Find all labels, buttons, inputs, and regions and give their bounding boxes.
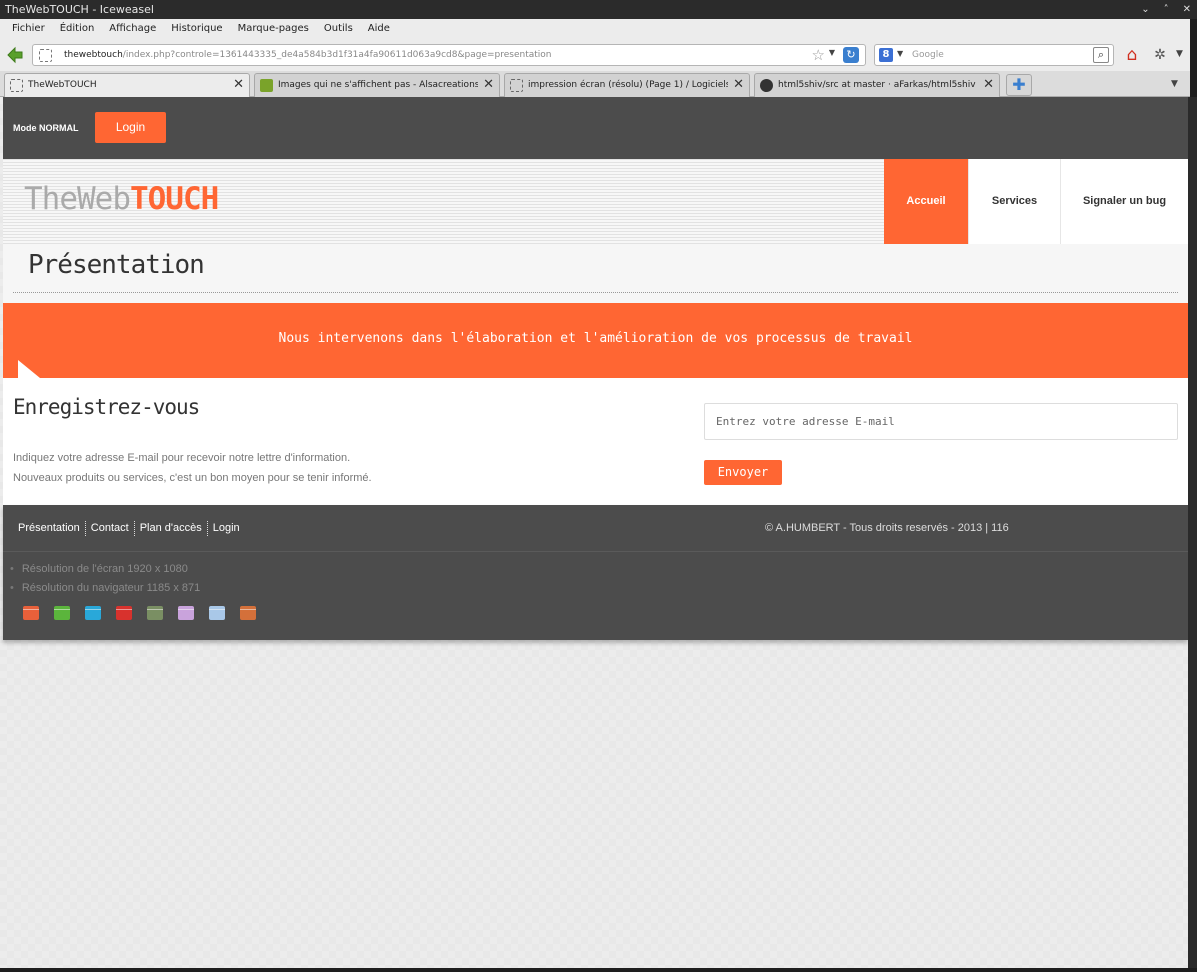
theme-swatch-icon[interactable]: [147, 606, 163, 620]
footer-divider: [3, 551, 1188, 552]
close-tab-icon[interactable]: ✕: [733, 77, 744, 93]
newsletter-signup: Enregistrez-vous Indiquez votre adresse …: [3, 378, 1188, 505]
home-icon[interactable]: ⌂: [1122, 45, 1142, 65]
close-tab-icon[interactable]: ✕: [233, 77, 244, 93]
page-title: Présentation: [28, 250, 205, 280]
back-button[interactable]: [6, 46, 24, 64]
page-title-zone: Présentation: [3, 244, 1188, 303]
desktop-bottom-edge: [0, 968, 1197, 972]
logo-part-2: TOUCH: [129, 181, 219, 217]
tab-label: Images qui ne s'affichent pas - Alsacrea…: [278, 80, 478, 90]
signup-heading: Enregistrez-vous: [13, 395, 200, 419]
menu-fichier[interactable]: Fichier: [6, 19, 54, 39]
nav-services[interactable]: Services: [968, 159, 1060, 244]
tab-impression-ecran[interactable]: impression écran (résolu) (Page 1) / Log…: [504, 73, 750, 97]
theme-swatch-icon[interactable]: [85, 606, 101, 620]
login-button[interactable]: Login: [95, 112, 166, 143]
theme-swatch-icon[interactable]: [178, 606, 194, 620]
page-icon: [510, 79, 523, 92]
page-viewport: Mode NORMAL Login TheWebTOUCH Accueil Se…: [0, 97, 1188, 968]
tab-label: impression écran (résolu) (Page 1) / Log…: [528, 80, 728, 90]
footer-link-plan-acces[interactable]: Plan d'accès: [133, 521, 207, 536]
tab-bar: TheWebTOUCH ✕ Images qui ne s'affichent …: [0, 71, 1190, 97]
close-tab-icon[interactable]: ✕: [483, 77, 494, 93]
footer-link-login[interactable]: Login: [206, 521, 245, 536]
new-tab-button[interactable]: ✚: [1006, 74, 1032, 96]
site-container: Mode NORMAL Login TheWebTOUCH Accueil Se…: [3, 97, 1188, 640]
banner-text: Nous intervenons dans l'élaboration et l…: [278, 331, 913, 346]
site-logo[interactable]: TheWebTOUCH: [24, 181, 219, 217]
close-window-button[interactable]: ✕: [1183, 0, 1191, 19]
search-bar[interactable]: 8 ▼ Google ⌕: [874, 44, 1114, 66]
addon-icon[interactable]: ✲: [1150, 45, 1170, 65]
minimize-button[interactable]: ⌄: [1141, 0, 1149, 19]
main-nav: Accueil Services Signaler un bug: [884, 159, 1188, 244]
search-engine-dropdown-icon[interactable]: ▼: [897, 49, 903, 58]
theme-swatch-icon[interactable]: [54, 606, 70, 620]
browser-resolution: Résolution du navigateur 1185 x 871: [10, 579, 200, 598]
url-bar[interactable]: thewebtouch/index.php?controle=136144333…: [32, 44, 866, 66]
title-divider: [13, 292, 1178, 293]
theme-swatch-icon[interactable]: [240, 606, 256, 620]
nav-accueil[interactable]: Accueil: [884, 159, 968, 244]
window-controls: ⌄ ˄ ✕: [1141, 0, 1191, 19]
theme-swatch-icon[interactable]: [209, 606, 225, 620]
tab-alsacreations[interactable]: Images qui ne s'affichent pas - Alsacrea…: [254, 73, 500, 97]
email-field[interactable]: Entrez votre adresse E-mail: [704, 403, 1178, 440]
signup-description-line-1: Indiquez votre adresse E-mail pour recev…: [13, 452, 351, 464]
alsacreations-icon: [260, 79, 273, 92]
signup-description-line-2: Nouveaux produits ou services, c'est un …: [13, 472, 372, 484]
window-titlebar: TheWebTOUCH - Iceweasel ⌄ ˄ ✕: [0, 0, 1197, 19]
signup-description: Indiquez votre adresse E-mail pour recev…: [13, 448, 372, 488]
footer-link-presentation[interactable]: Présentation: [18, 521, 85, 536]
theme-swatch-icon[interactable]: [116, 606, 132, 620]
resolution-info: Résolution de l'écran 1920 x 1080 Résolu…: [10, 560, 200, 598]
menu-bar: Fichier Édition Affichage Historique Mar…: [0, 19, 1190, 39]
site-identity-icon[interactable]: [39, 49, 52, 62]
send-button[interactable]: Envoyer: [704, 460, 782, 485]
search-engine-icon[interactable]: 8: [879, 48, 893, 62]
banner-notch: [18, 360, 40, 378]
window-title: TheWebTOUCH - Iceweasel: [5, 3, 154, 16]
toolbar-overflow-icon[interactable]: ▼: [1176, 49, 1183, 59]
tab-label: TheWebTOUCH: [28, 80, 97, 90]
navigation-toolbar: thewebtouch/index.php?controle=136144333…: [0, 39, 1190, 71]
desktop-edge: [1188, 97, 1197, 972]
screen-resolution: Résolution de l'écran 1920 x 1080: [10, 560, 200, 579]
tab-label: html5shiv/src at master · aFarkas/html5s…: [778, 80, 978, 90]
tab-list-icon[interactable]: ▼: [1171, 79, 1178, 89]
nav-signaler-un-bug[interactable]: Signaler un bug: [1060, 159, 1188, 244]
menu-marque-pages[interactable]: Marque-pages: [232, 19, 318, 39]
mode-indicator: Mode NORMAL: [13, 123, 79, 133]
logo-part-1: TheWeb: [24, 181, 131, 217]
tagline-banner: Nous intervenons dans l'élaboration et l…: [3, 303, 1188, 378]
menu-affichage[interactable]: Affichage: [103, 19, 165, 39]
search-icon[interactable]: ⌕: [1093, 47, 1109, 63]
footer-links: Présentation Contact Plan d'accès Login: [18, 521, 245, 536]
theme-switcher: [23, 606, 256, 620]
url-text[interactable]: thewebtouch/index.php?controle=136144333…: [64, 45, 552, 65]
tab-html5shiv[interactable]: html5shiv/src at master · aFarkas/html5s…: [754, 73, 1000, 97]
reload-icon[interactable]: ↻: [843, 47, 859, 63]
menu-edition[interactable]: Édition: [54, 19, 104, 39]
copyright-text: © A.HUMBERT - Tous droits reservés - 201…: [765, 522, 1009, 534]
menu-historique[interactable]: Historique: [165, 19, 231, 39]
page-icon: [10, 79, 23, 92]
github-icon: [760, 79, 773, 92]
site-header: TheWebTOUCH Accueil Services Signaler un…: [3, 159, 1188, 244]
menu-aide[interactable]: Aide: [362, 19, 399, 39]
theme-swatch-icon[interactable]: [23, 606, 39, 620]
bookmark-star-icon[interactable]: ☆: [812, 46, 825, 64]
menu-outils[interactable]: Outils: [318, 19, 362, 39]
close-tab-icon[interactable]: ✕: [983, 77, 994, 93]
back-arrow-icon: [7, 46, 23, 64]
site-footer: Présentation Contact Plan d'accès Login …: [3, 505, 1188, 640]
maximize-button[interactable]: ˄: [1164, 0, 1169, 19]
site-topbar: Mode NORMAL Login: [3, 97, 1188, 159]
search-input[interactable]: Google: [912, 45, 944, 65]
footer-link-contact[interactable]: Contact: [84, 521, 134, 536]
tab-thewebtouch[interactable]: TheWebTOUCH ✕: [4, 73, 250, 97]
url-history-dropdown-icon[interactable]: ▼: [829, 48, 835, 57]
